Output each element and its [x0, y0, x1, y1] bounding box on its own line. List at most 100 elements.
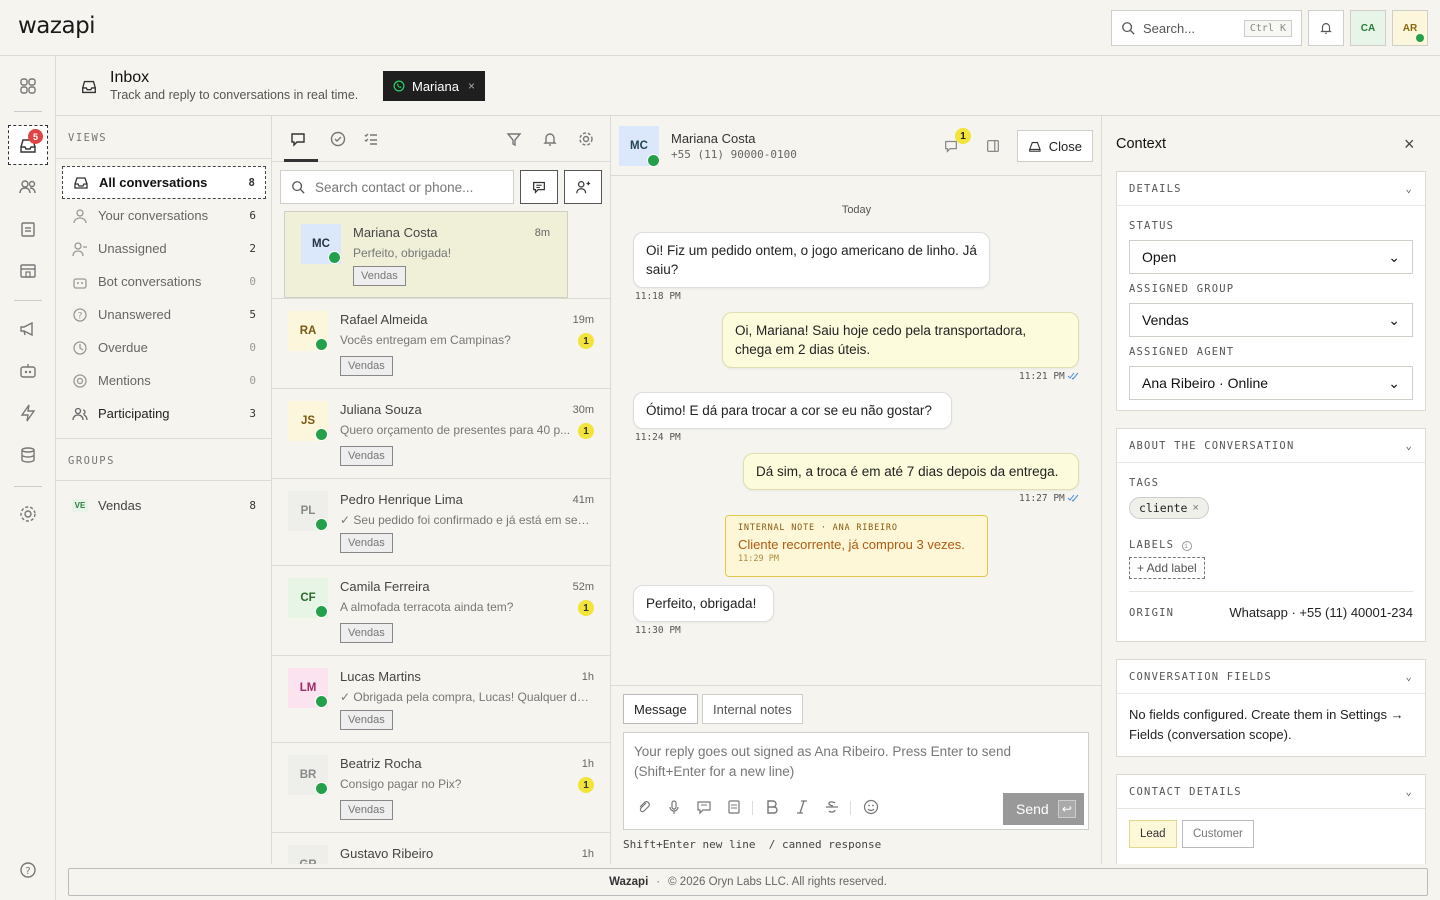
view-mentions[interactable]: Mentions 0 [62, 364, 266, 397]
italic-icon[interactable] [794, 799, 810, 815]
filter-icon[interactable] [505, 130, 523, 148]
conversation-preview: Vocês entregam em Campinas? [340, 333, 511, 347]
note-label: INTERNAL NOTE · ANA RIBEIRO [738, 523, 898, 533]
settings-icon[interactable] [18, 504, 38, 524]
microphone-icon[interactable] [666, 799, 682, 815]
contact-details-header[interactable]: CONTACT DETAILS ⌄ [1117, 775, 1425, 809]
conversation-row[interactable]: GR Gustavo Ribeiro 1h [272, 832, 610, 864]
conversation-time: 30m [572, 404, 594, 416]
unread-badge: 1 [578, 333, 594, 349]
conversation-row[interactable]: CF Camila Ferreira 52m A almofada terracota… [272, 565, 610, 655]
chat-bubble-icon[interactable] [289, 130, 307, 148]
view-bot-conversations[interactable]: Bot conversations 0 [62, 265, 266, 298]
whatsapp-icon [647, 154, 660, 167]
bot-icon[interactable] [18, 361, 38, 381]
reply-input[interactable]: Your reply goes out signed as Ana Ribeir… [623, 732, 1089, 830]
conversation-row[interactable]: LM Lucas Martins 1h ✓ Obrigada pela compra,… [272, 655, 610, 742]
group-tag: Vendas [340, 710, 393, 730]
close-conversation-button[interactable]: Close [1017, 130, 1093, 162]
notifications-button[interactable] [1308, 10, 1344, 46]
user-avatar[interactable]: AR [1392, 10, 1428, 46]
add-label-button[interactable]: + Add label [1129, 557, 1205, 579]
tag-chip[interactable]: cliente × [1129, 497, 1209, 519]
conversation-preview: Perfeito, obrigada! [353, 246, 452, 260]
views-panel: VIEWS All conversations 8 Your conversati… [56, 116, 272, 864]
check-circle-icon[interactable] [329, 130, 347, 148]
strikethrough-icon[interactable] [824, 799, 840, 815]
view-all-conversations[interactable]: All conversations 8 [62, 166, 266, 199]
close-icon[interactable]: × [468, 79, 475, 93]
note-text: Cliente recorrente, já comprou 3 vezes. [738, 537, 965, 552]
assigned-agent-select[interactable]: Ana Ribeiro · Online ⌄ [1129, 366, 1413, 400]
conversation-row[interactable]: RA Rafael Almeida 19m Vocês entregam em Cam… [272, 298, 610, 388]
send-button[interactable]: Send ↩ [1003, 793, 1084, 825]
template-icon[interactable] [726, 799, 742, 815]
sidebar-toggle-icon[interactable] [985, 138, 1001, 154]
contact-filter-chip[interactable]: Mariana × [383, 71, 485, 101]
tab-message[interactable]: Message [623, 694, 698, 724]
database-icon[interactable] [18, 445, 38, 465]
group-vendas[interactable]: VE Vendas 8 [62, 489, 266, 522]
whatsapp-icon [328, 251, 341, 264]
conversation-row[interactable]: MC Mariana Costa 8m Perfeito, obrigada! Vend… [284, 211, 568, 298]
status-select[interactable]: Open ⌄ [1129, 240, 1413, 274]
conversation-fields-header[interactable]: CONVERSATION FIELDS ⌄ [1117, 660, 1425, 694]
bell-icon[interactable] [541, 130, 559, 148]
help-icon[interactable]: ? [18, 860, 38, 880]
tags-label: TAGS [1129, 477, 1160, 489]
message-time: 11:18 PM [635, 291, 681, 302]
tab-internal-notes[interactable]: Internal notes [702, 694, 803, 724]
paperclip-icon[interactable] [636, 799, 652, 815]
conversation-row[interactable]: JS Juliana Souza 30m Quero orçamento de pre… [272, 388, 610, 478]
inbox-unread-badge: 5 [28, 129, 43, 144]
about-header[interactable]: ABOUT THE CONVERSATION ⌄ [1117, 429, 1425, 463]
view-overdue[interactable]: Overdue 0 [62, 331, 266, 364]
footer: Wazapi · © 2026 Oryn Labs LLC. All right… [68, 868, 1428, 896]
contacts-icon[interactable] [18, 177, 38, 197]
global-search[interactable]: Search... Ctrl K [1111, 10, 1302, 46]
close-icon[interactable]: × [1192, 502, 1198, 514]
canned-response-icon[interactable] [696, 799, 712, 815]
new-message-button[interactable] [520, 170, 558, 204]
customer-toggle[interactable]: Customer [1182, 820, 1254, 848]
lead-toggle[interactable]: Lead [1129, 820, 1177, 848]
contact-details-card: CONTACT DETAILS ⌄ Lead Customer [1116, 774, 1426, 864]
unread-badge: 1 [578, 777, 594, 793]
message-time: 11:21 PM [1019, 371, 1065, 382]
assigned-group-select[interactable]: Vendas ⌄ [1129, 303, 1413, 337]
store-icon[interactable] [18, 261, 38, 281]
bold-icon[interactable] [764, 799, 780, 815]
view-participating[interactable]: Participating 3 [62, 397, 266, 430]
conversation-row[interactable]: PL Pedro Henrique Lima 41m ✓ Seu pedido foi… [272, 478, 610, 565]
workspace-avatar[interactable]: CA [1350, 10, 1386, 46]
list-toolbar [272, 116, 610, 162]
about-card: ABOUT THE CONVERSATION ⌄ TAGS cliente × L… [1116, 428, 1426, 642]
app-logo[interactable]: wazapi [18, 13, 96, 39]
add-contact-button[interactable] [564, 170, 602, 204]
emoji-icon[interactable] [863, 799, 879, 815]
dashboard-icon[interactable] [18, 76, 38, 96]
task-list-icon[interactable] [362, 130, 380, 148]
megaphone-icon[interactable] [18, 319, 38, 339]
message-bubble-in: Perfeito, obrigada! [633, 585, 774, 622]
chevron-down-icon: ⌄ [1405, 670, 1413, 683]
assigned-group-label: ASSIGNED GROUP [1129, 283, 1235, 295]
conversation-name: Gustavo Ribeiro [340, 846, 434, 861]
whatsapp-icon [315, 782, 328, 795]
conversation-name: Camila Ferreira [340, 579, 430, 594]
view-unanswered[interactable]: ? Unanswered 5 [62, 298, 266, 331]
chevron-down-icon: ⌄ [1388, 311, 1400, 328]
whatsapp-icon [315, 518, 328, 531]
chevron-down-icon: ⌄ [1388, 374, 1400, 391]
clipboard-icon[interactable] [18, 219, 38, 239]
contact-search-input[interactable]: Search contact or phone... [280, 170, 514, 204]
search-icon [292, 181, 305, 194]
close-icon[interactable]: × [1404, 135, 1415, 153]
details-header[interactable]: DETAILS ⌄ [1117, 172, 1425, 206]
view-your-conversations[interactable]: Your conversations 6 [62, 199, 266, 232]
contact-search-placeholder: Search contact or phone... [315, 179, 474, 195]
lightning-icon[interactable] [18, 403, 38, 423]
conversation-row[interactable]: BR Beatriz Rocha 1h Consigo pagar no Pix? Ve… [272, 742, 610, 832]
settings-icon[interactable] [577, 130, 595, 148]
view-unassigned[interactable]: Unassigned 2 [62, 232, 266, 265]
